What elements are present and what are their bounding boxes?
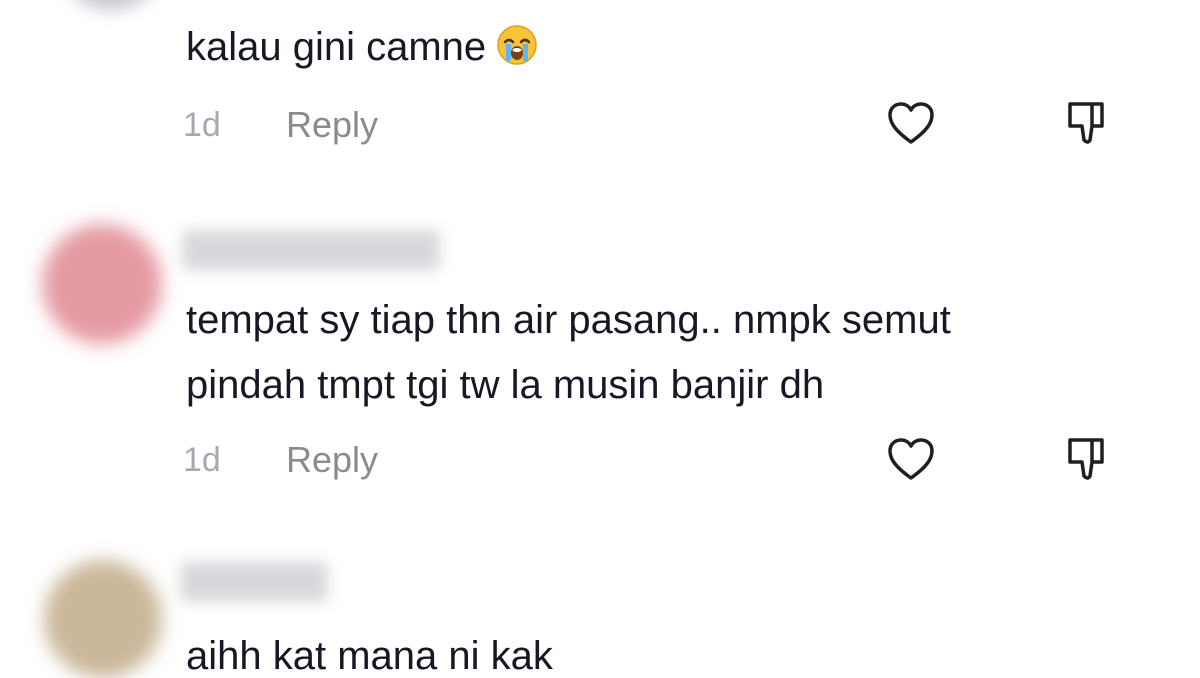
- dislike-icon[interactable]: [1062, 432, 1114, 484]
- loudly-crying-face-icon: [496, 24, 538, 66]
- username[interactable]: [182, 230, 440, 270]
- comment-text-line: tempat sy tiap thn air pasang.. nmpk sem…: [186, 298, 951, 342]
- reply-button[interactable]: Reply: [286, 439, 378, 481]
- reply-button[interactable]: Reply: [286, 104, 378, 146]
- comment-text-line: kalau gini camne: [186, 25, 487, 69]
- like-heart-icon[interactable]: [885, 98, 937, 150]
- comment-text: kalau gini camne: [186, 24, 538, 69]
- username[interactable]: [180, 562, 328, 602]
- dislike-icon[interactable]: [1062, 96, 1114, 148]
- comment-timestamp: 1d: [183, 441, 221, 479]
- avatar[interactable]: [42, 224, 162, 344]
- comment-text-line: aihh kat mana ni kak: [186, 634, 553, 678]
- avatar[interactable]: [44, 560, 162, 678]
- like-heart-icon[interactable]: [885, 434, 937, 486]
- avatar[interactable]: [66, 0, 156, 10]
- comment-timestamp: 1d: [183, 106, 221, 144]
- comment-text-line: pindah tmpt tgi tw la musin banjir dh: [186, 363, 825, 407]
